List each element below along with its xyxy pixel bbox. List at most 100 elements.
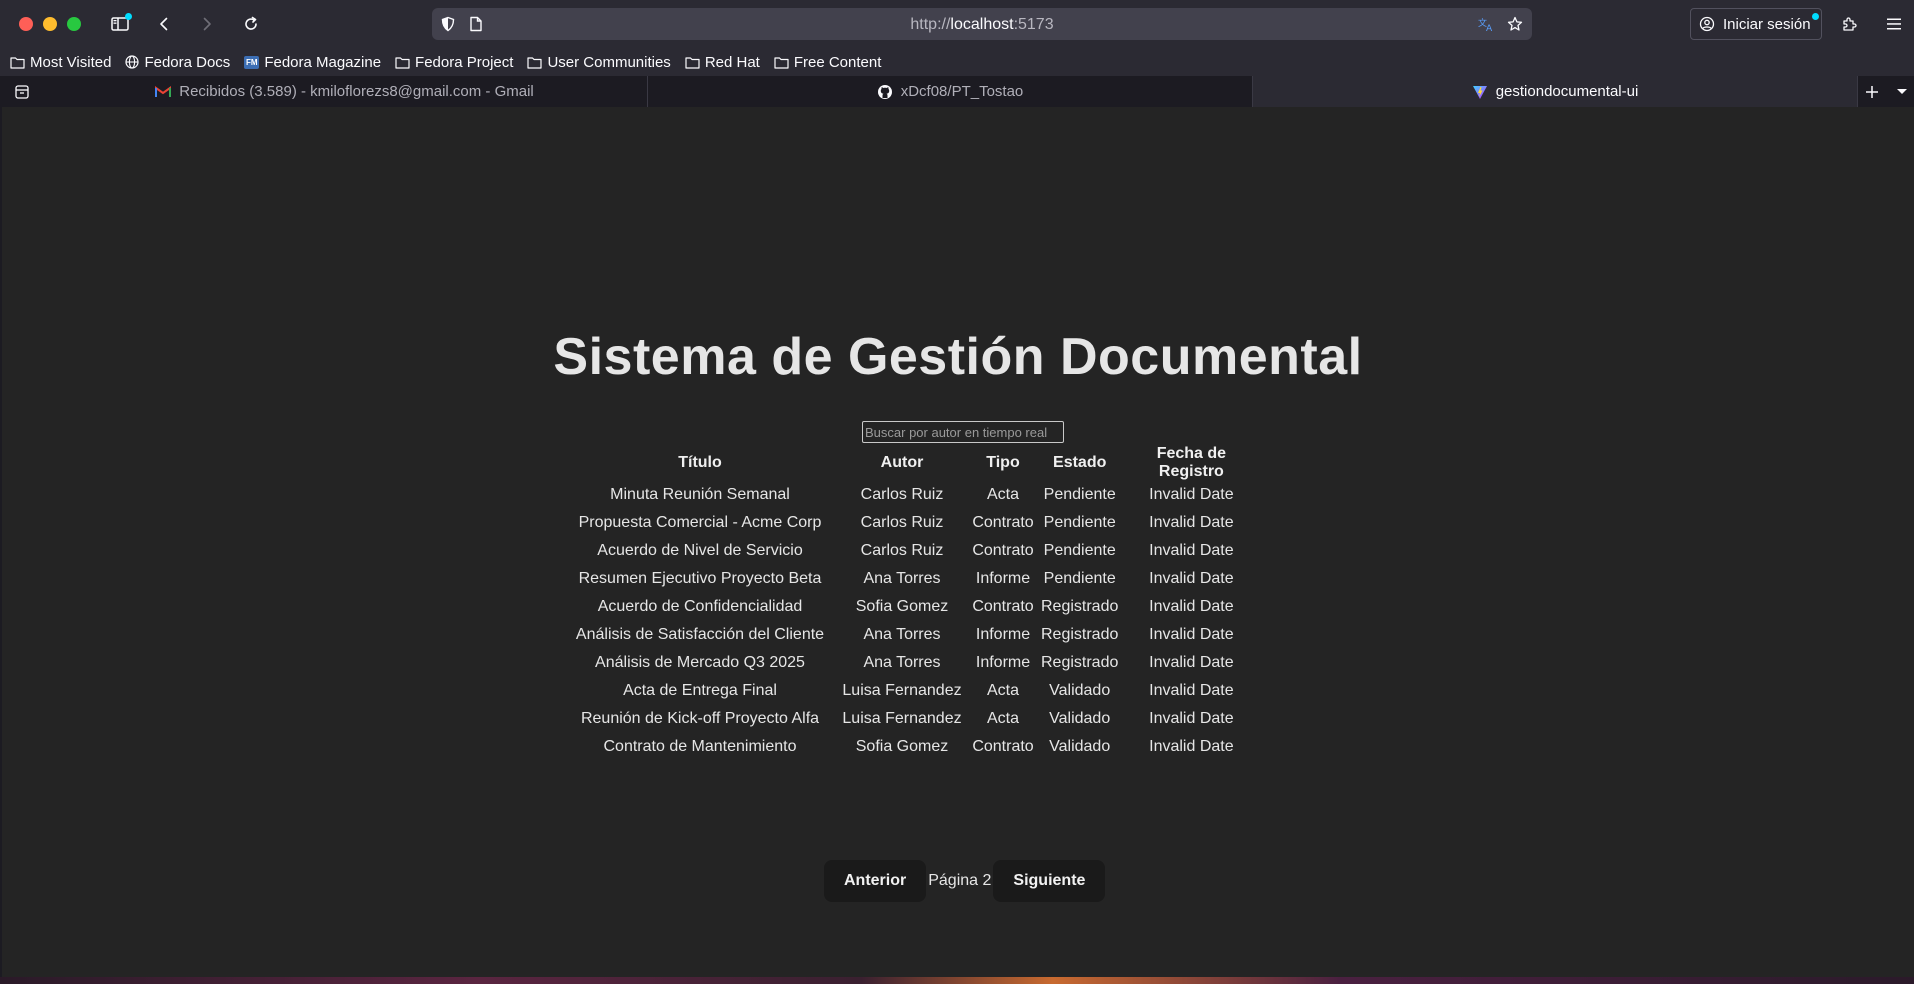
bookmark-star-icon[interactable] (1503, 12, 1527, 36)
cell-fecha: Invalid Date (1149, 514, 1234, 531)
cell-autor: Carlos Ruiz (860, 542, 944, 559)
bookmark-label: Free Content (793, 53, 882, 71)
cell-tipo: Informe (975, 654, 1031, 671)
tab-github[interactable]: xDcf08/PT_Tostao (648, 76, 1253, 107)
cell-tipo: Acta (986, 486, 1019, 503)
bookmark-fedora-docs[interactable]: Fedora Docs (125, 54, 230, 71)
cell-autor: Sofia Gomez (855, 598, 949, 615)
bookmark-red-hat[interactable]: Red Hat (685, 54, 760, 71)
translate-icon[interactable]: 文A (1474, 12, 1498, 36)
new-tab-icon[interactable] (1860, 80, 1884, 104)
github-icon (877, 84, 892, 99)
table-row: Acta de Entrega Final Luisa Fernandez Ac… (563, 677, 1262, 705)
table-row: Acuerdo de Nivel de Servicio Carlos Ruiz… (563, 537, 1262, 565)
tab-gestiondocumental[interactable]: gestiondocumental-ui (1253, 76, 1858, 107)
table-row: Análisis de Satisfacción del Cliente Ana… (563, 621, 1262, 649)
fedora-magazine-icon: FM (244, 55, 260, 69)
browser-toolbar: http://localhost:5173 文A Iniciar sesión (0, 0, 1914, 48)
app-menu-icon[interactable] (1882, 12, 1906, 36)
column-header-autor: Autor (880, 454, 924, 471)
cell-autor: Ana Torres (863, 570, 941, 587)
bookmark-free-content[interactable]: Free Content (774, 53, 882, 71)
cell-fecha: Invalid Date (1149, 542, 1234, 559)
cell-estado: Validado (1049, 710, 1111, 727)
cell-fecha: Invalid Date (1149, 738, 1234, 755)
previous-page-button[interactable]: Anterior (824, 860, 927, 902)
next-page-button[interactable]: Siguiente (993, 860, 1106, 902)
bookmark-label: Fedora Magazine (264, 53, 382, 71)
cell-tipo: Contrato (972, 514, 1034, 531)
reload-icon[interactable] (239, 12, 263, 36)
table-row: Reunión de Kick-off Proyecto Alfa Luisa … (563, 705, 1262, 733)
cell-estado: Pendiente (1043, 570, 1116, 587)
cell-autor: Ana Torres (863, 654, 941, 671)
cell-estado: Pendiente (1043, 514, 1116, 531)
cell-titulo: Acuerdo de Nivel de Servicio (597, 542, 803, 559)
folder-icon (774, 56, 789, 69)
column-header-estado: Estado (1053, 454, 1107, 471)
cell-fecha: Invalid Date (1149, 598, 1234, 615)
folder-icon (527, 56, 543, 69)
url-text[interactable]: http://localhost:5173 (432, 16, 1532, 34)
documents-table: Título Autor Tipo Estado Fecha de Regist… (563, 445, 1262, 761)
cell-fecha: Invalid Date (1149, 626, 1234, 643)
cell-estado: Pendiente (1043, 486, 1116, 503)
bookmark-fedora-project[interactable]: Fedora Project (395, 54, 513, 71)
bookmark-most-visited[interactable]: Most Visited (10, 54, 111, 71)
svg-text:A: A (1486, 24, 1493, 32)
vite-icon (1472, 85, 1487, 99)
table-row: Contrato de Mantenimiento Sofia Gomez Co… (563, 733, 1262, 761)
desktop-wallpaper-strip (0, 977, 1914, 984)
extensions-icon[interactable] (1838, 12, 1862, 36)
signin-label: Iniciar sesión (1723, 15, 1811, 33)
cell-autor: Carlos Ruiz (860, 514, 944, 531)
column-header-fecha-registro: Fecha de Registro (1156, 445, 1227, 480)
cell-tipo: Acta (986, 710, 1019, 727)
table-row: Acuerdo de Confidencialidad Sofia Gomez … (563, 593, 1262, 621)
forward-arrow-icon[interactable] (195, 12, 219, 36)
cell-autor: Sofia Gomez (855, 738, 949, 755)
page-indicator: Página 2 (928, 872, 992, 889)
cell-autor: Ana Torres (863, 626, 941, 643)
author-search-input[interactable] (862, 421, 1064, 443)
sidebar-toggle-icon[interactable] (108, 12, 132, 36)
url-bar[interactable]: http://localhost:5173 文A (432, 8, 1532, 40)
cell-fecha: Invalid Date (1149, 570, 1234, 587)
page-viewport: Sistema de Gestión Documental Título Aut… (2, 107, 1914, 977)
window-close-button[interactable] (19, 17, 33, 31)
tab-list-chevron-down-icon[interactable] (1890, 80, 1914, 104)
cell-tipo: Acta (986, 682, 1019, 699)
window-maximize-button[interactable] (67, 17, 81, 31)
cell-titulo: Reunión de Kick-off Proyecto Alfa (580, 710, 820, 727)
table-row: Propuesta Comercial - Acme Corp Carlos R… (563, 509, 1262, 537)
cell-titulo: Minuta Reunión Semanal (610, 486, 790, 503)
bookmark-label: Red Hat (704, 53, 760, 71)
cell-fecha: Invalid Date (1149, 654, 1234, 671)
url-host: localhost (950, 16, 1014, 33)
bookmark-label: User Communities (547, 53, 671, 71)
account-icon (1699, 16, 1715, 32)
bookmark-user-communities[interactable]: User Communities (527, 53, 671, 71)
cell-tipo: Informe (975, 570, 1031, 587)
tab-overview-icon[interactable] (10, 80, 34, 104)
cell-autor: Luisa Fernandez (842, 710, 962, 727)
url-port: :5173 (1013, 16, 1054, 33)
cell-autor: Carlos Ruiz (860, 486, 944, 503)
cell-estado: Registrado (1041, 598, 1119, 615)
window-minimize-button[interactable] (43, 17, 57, 31)
cell-titulo: Acuerdo de Confidencialidad (597, 598, 803, 615)
cell-estado: Validado (1049, 738, 1111, 755)
page-title: Sistema de Gestión Documental (553, 328, 1363, 386)
tab-gmail[interactable]: Recibidos (3.589) - kmiloflorezs8@gmail.… (42, 76, 648, 107)
cell-fecha: Invalid Date (1149, 710, 1234, 727)
back-arrow-icon[interactable] (152, 12, 176, 36)
cell-autor: Luisa Fernandez (842, 682, 962, 699)
table-row: Resumen Ejecutivo Proyecto Beta Ana Torr… (563, 565, 1262, 593)
cell-titulo: Contrato de Mantenimiento (603, 738, 797, 755)
bookmark-fedora-magazine[interactable]: FM Fedora Magazine (244, 54, 381, 71)
cell-tipo: Contrato (972, 738, 1034, 755)
folder-icon (395, 56, 410, 69)
cell-fecha: Invalid Date (1149, 682, 1234, 699)
signin-button[interactable]: Iniciar sesión (1690, 8, 1822, 40)
bookmarks-bar: Most Visited Fedora Docs FM Fedora Magaz… (0, 48, 1914, 76)
